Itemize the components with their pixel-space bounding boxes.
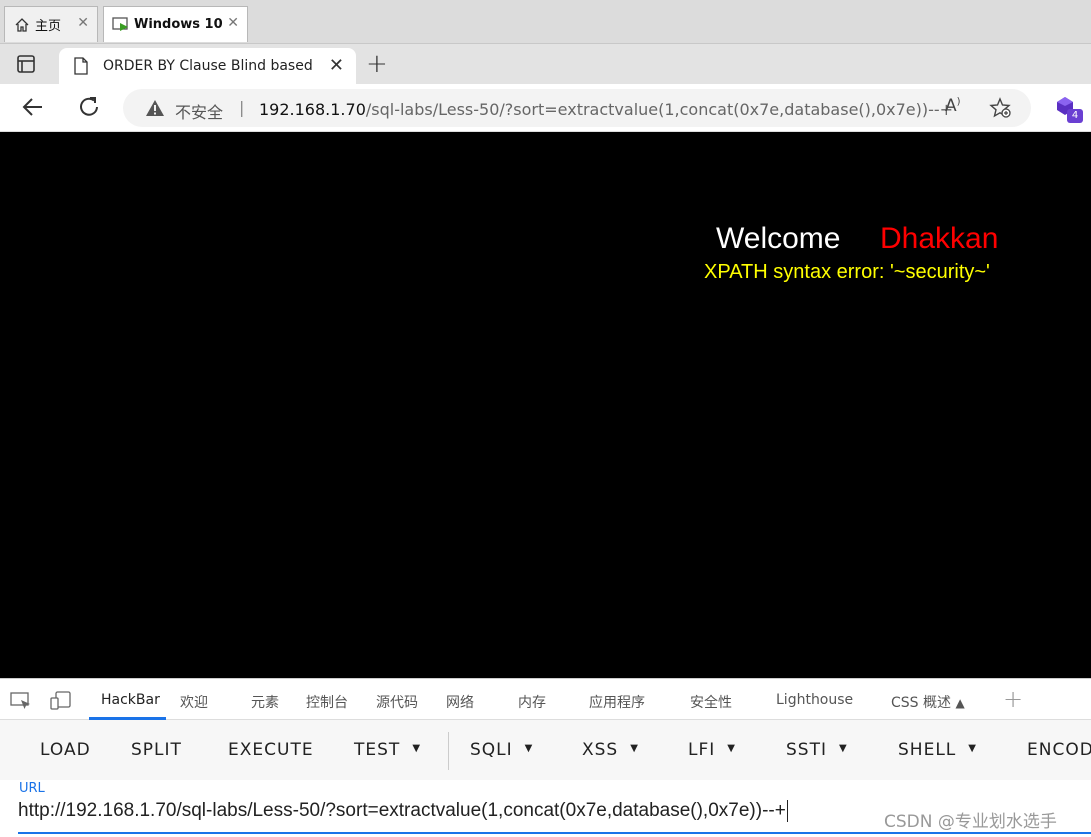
address-bar[interactable]: 不安全 | 192.168.1.70/sql-labs/Less-50/?sor… — [123, 89, 1031, 127]
tab-console[interactable]: 控制台 — [306, 692, 348, 712]
new-tab-button[interactable]: + — [366, 49, 388, 79]
load-button[interactable]: LOAD — [40, 740, 91, 760]
sqli-label: SQLI — [470, 740, 513, 760]
caret-down-icon: ▼ — [968, 742, 977, 754]
address-bar-row: 不安全 | 192.168.1.70/sql-labs/Less-50/?sor… — [0, 84, 1091, 132]
document-icon — [73, 57, 89, 79]
warning-icon[interactable] — [145, 99, 165, 121]
xss-dropdown[interactable]: XSS ▼ — [582, 740, 639, 760]
tab-lighthouse[interactable]: Lighthouse — [776, 692, 853, 708]
execute-button[interactable]: EXECUTE — [228, 740, 314, 760]
caret-down-icon: ▼ — [630, 742, 639, 754]
tab-actions-icon[interactable] — [15, 53, 37, 75]
tab-security[interactable]: 安全性 — [690, 692, 732, 712]
lfi-label: LFI — [688, 740, 716, 760]
caret-down-icon: ▼ — [838, 742, 848, 754]
browser-tab-active[interactable]: ORDER BY Clause Blind based ✕ — [59, 48, 356, 84]
vm-tab-home[interactable]: 主页 ✕ — [4, 6, 98, 42]
reload-icon[interactable] — [76, 94, 102, 124]
tab-memory[interactable]: 内存 — [518, 692, 546, 712]
welcome-text: Welcome — [716, 222, 841, 255]
url-field-label: URL — [19, 781, 45, 796]
encoding-dropdown[interactable]: ENCOD — [1027, 740, 1091, 760]
split-button[interactable]: SPLIT — [131, 740, 182, 760]
lfi-dropdown[interactable]: LFI ▼ — [688, 740, 736, 760]
hackbar-url-panel: URL http://192.168.1.70/sql-labs/Less-50… — [0, 780, 1091, 837]
vm-tab-windows10[interactable]: Windows 10 ✕ — [103, 6, 248, 42]
extension-badge: 4 — [1067, 109, 1083, 123]
xss-label: XSS — [582, 740, 619, 760]
text-cursor — [786, 800, 788, 822]
close-icon[interactable]: ✕ — [329, 55, 344, 76]
read-aloud-icon[interactable]: A) — [945, 96, 961, 116]
tab-css-overview-label: CSS 概述 — [891, 695, 951, 711]
divider — [448, 732, 449, 770]
test-label: TEST — [354, 740, 401, 760]
close-icon[interactable]: ✕ — [227, 15, 239, 31]
caret-down-icon: ▼ — [727, 742, 736, 754]
url-input-value: http://192.168.1.70/sql-labs/Less-50/?so… — [18, 800, 786, 822]
ssti-label: SSTI — [786, 740, 827, 760]
vm-icon — [112, 16, 130, 34]
tab-hackbar[interactable]: HackBar — [101, 692, 160, 708]
address-url[interactable]: 192.168.1.70/sql-labs/Less-50/?sort=extr… — [259, 100, 953, 119]
close-icon[interactable]: ✕ — [77, 15, 89, 31]
test-dropdown[interactable]: TEST ▼ — [354, 740, 421, 760]
home-icon — [13, 16, 31, 34]
tab-application[interactable]: 应用程序 — [589, 692, 645, 712]
sqli-dropdown[interactable]: SQLI ▼ — [470, 740, 533, 760]
security-label: 不安全 — [175, 103, 224, 122]
url-path: /sql-labs/Less-50/?sort=extractvalue(1,c… — [365, 100, 954, 119]
tab-welcome[interactable]: 欢迎 — [180, 692, 208, 712]
back-arrow-icon[interactable] — [20, 94, 46, 124]
page-viewport: Welcome Dhakkan XPATH syntax error: '~se… — [0, 132, 1091, 678]
devtools-tab-bar: HackBar 欢迎 元素 控制台 源代码 网络 内存 应用程序 安全性 Lig… — [0, 678, 1091, 720]
hackbar-toolbar: LOAD SPLIT EXECUTE TEST ▼ SQLI ▼ XSS ▼ LFI ▼… — [0, 720, 1091, 780]
add-tab-icon[interactable]: + — [1003, 685, 1023, 713]
url-input-underline — [18, 832, 1091, 834]
user-name-text: Dhakkan — [880, 222, 999, 255]
flask-icon: ▲ — [955, 696, 965, 710]
browser-tab-bar: ORDER BY Clause Blind based ✕ + — [0, 44, 1091, 84]
vm-tab-strip: 主页 ✕ Windows 10 ✕ — [0, 0, 1091, 44]
device-emulation-icon[interactable] — [50, 691, 72, 715]
tab-sources[interactable]: 源代码 — [376, 692, 418, 712]
inspect-element-icon[interactable] — [10, 691, 32, 715]
shell-label: SHELL — [898, 740, 957, 760]
error-message: XPATH syntax error: '~security~' — [704, 261, 990, 283]
caret-down-icon: ▼ — [412, 742, 422, 754]
favorite-star-icon[interactable] — [989, 97, 1011, 123]
caret-down-icon: ▼ — [524, 742, 534, 754]
divider: | — [239, 98, 245, 117]
url-host: 192.168.1.70 — [259, 100, 366, 119]
tab-elements[interactable]: 元素 — [251, 692, 279, 712]
tab-css-overview[interactable]: CSS 概述 ▲ — [891, 692, 965, 712]
shell-dropdown[interactable]: SHELL ▼ — [898, 740, 977, 760]
ssti-dropdown[interactable]: SSTI ▼ — [786, 740, 848, 760]
vm-tab-label: Windows 10 — [134, 17, 223, 32]
tab-network[interactable]: 网络 — [446, 692, 474, 712]
vm-tab-label: 主页 — [35, 19, 62, 34]
watermark: CSDN @专业划水选手 — [884, 812, 1057, 832]
url-input[interactable]: http://192.168.1.70/sql-labs/Less-50/?so… — [18, 800, 788, 822]
browser-tab-title: ORDER BY Clause Blind based — [103, 58, 313, 74]
